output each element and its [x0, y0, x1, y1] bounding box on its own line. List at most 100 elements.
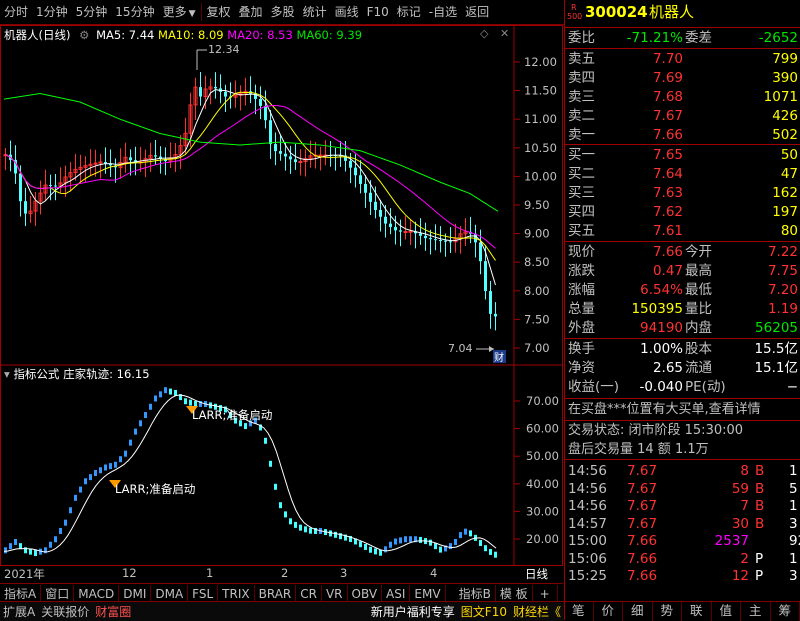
stat-value: − — [787, 378, 798, 397]
tab-trix[interactable]: TRIX — [218, 585, 254, 603]
ma20-line — [6, 106, 496, 249]
indicator-bar — [274, 484, 277, 490]
indicator-bar — [164, 387, 167, 393]
tab-dmi[interactable]: DMI — [119, 585, 151, 603]
tab-indicator-a[interactable]: 指标A — [0, 585, 41, 603]
tab-value[interactable]: 值 — [712, 602, 742, 621]
quote-label: 最低 — [685, 281, 712, 300]
finance-column-button[interactable]: 财经栏《 — [510, 603, 564, 620]
tick-side: B — [755, 497, 764, 516]
tick-count: 1 — [789, 497, 798, 516]
big-order-notice-text: 在买盘***位置有大买单,查看详情 — [568, 400, 761, 419]
toolbar-item-15min[interactable]: 15分钟 — [111, 0, 158, 24]
tab-cr[interactable]: CR — [296, 585, 322, 603]
tab-main[interactable]: 主 — [741, 602, 771, 621]
ask-price: 7.69 — [653, 69, 683, 88]
bid-row: 买三7.63162 — [565, 184, 800, 203]
indicator-bar — [34, 550, 37, 556]
toolbar-item-back[interactable]: 返回 — [461, 0, 493, 24]
price-tick-label: 7.00 — [524, 341, 550, 355]
ask-level-label: 卖二 — [568, 107, 595, 126]
bid-price: 7.61 — [653, 222, 683, 241]
toolbar-item-more[interactable]: 更多▼ — [159, 0, 200, 24]
tab-indicator-b[interactable]: 指标B — [455, 585, 496, 603]
tick-volume: 2537 — [715, 532, 749, 551]
period-toolbar: 分时 1分钟 5分钟 15分钟 更多▼ 复权 叠加 多股 统计 画线 F10 标… — [0, 0, 564, 25]
indicator-bar — [279, 502, 282, 508]
toolbar-item-multi[interactable]: 多股 — [267, 0, 299, 24]
toolbar-item-5min[interactable]: 5分钟 — [72, 0, 112, 24]
related-quote-button[interactable]: 关联报价 — [38, 603, 92, 620]
indicator-bar — [189, 400, 192, 406]
toolbar-item-stats[interactable]: 统计 — [299, 0, 331, 24]
divider — [565, 459, 800, 460]
candle-body — [284, 154, 287, 157]
toolbar-item-watchlist[interactable]: -自选 — [425, 0, 461, 24]
toolbar-item-mark[interactable]: 标记 — [393, 0, 425, 24]
tab-template[interactable]: 模 板 — [496, 585, 533, 603]
tab-chips[interactable]: 筹 — [771, 602, 800, 621]
indicator-bar — [124, 451, 127, 457]
tab-emv[interactable]: EMV — [410, 585, 445, 603]
zoom-in-button[interactable]: + — [533, 585, 558, 603]
ma60-line — [4, 93, 498, 211]
ask-volume: 799 — [772, 50, 798, 69]
tab-brar[interactable]: BRAR — [255, 585, 297, 603]
period-daily-label[interactable]: 日线 — [525, 566, 548, 582]
candle-body — [279, 151, 282, 154]
candle-body — [54, 186, 57, 187]
wealth-circle-button[interactable]: 财富圈 — [92, 603, 134, 620]
stock-name: 机器人 — [649, 3, 694, 22]
indicator-bar — [364, 544, 367, 550]
tab-detail[interactable]: 细 — [623, 602, 653, 621]
indicator-bar — [489, 549, 492, 555]
tick-time: 15:00 — [568, 532, 607, 551]
ask-price: 7.67 — [653, 107, 683, 126]
rating-badge-top: R — [567, 3, 582, 12]
bid-volume: 50 — [781, 146, 798, 165]
indicator-bar — [109, 463, 112, 469]
collapse-icon[interactable]: ▾ — [4, 367, 10, 381]
toolbar-item-1min[interactable]: 1分钟 — [32, 0, 72, 24]
candle-body — [299, 161, 302, 162]
quote-row: 涨跌0.47最高7.75 — [565, 262, 800, 281]
tab-window[interactable]: 窗口 — [41, 585, 74, 603]
candle-body — [319, 155, 322, 156]
indicator-bar — [299, 525, 302, 531]
tab-trend[interactable]: 势 — [653, 602, 683, 621]
tick-row: 14:567.678B1 — [565, 462, 800, 481]
quote-label: 内盘 — [685, 319, 712, 338]
finance-badge-text: 财 — [494, 351, 504, 364]
tab-related[interactable]: 联 — [682, 602, 712, 621]
ask-level-label: 卖四 — [568, 69, 595, 88]
indicator-bar — [104, 464, 107, 470]
toolbar-item-fenshi[interactable]: 分时 — [0, 0, 32, 24]
f10-graphic-button[interactable]: 图文F10 — [458, 603, 510, 620]
tab-obv[interactable]: OBV — [348, 585, 383, 603]
weibi-value: -71.21% — [627, 29, 683, 48]
expand-a-button[interactable]: 扩展A — [0, 603, 38, 620]
quote-value: 7.75 — [768, 262, 798, 281]
trade-status: 交易状态: 闭市阶段 15:30:00 — [565, 421, 800, 440]
tab-macd[interactable]: MACD — [74, 585, 119, 603]
bid-level-label: 买一 — [568, 146, 595, 165]
tab-trades[interactable]: 笔 — [564, 602, 594, 621]
candle-body — [49, 185, 52, 186]
candle-body — [479, 242, 482, 261]
tab-price[interactable]: 价 — [594, 602, 624, 621]
quote-row: 外盘94190内盘56205 — [565, 319, 800, 338]
tab-fsl[interactable]: FSL — [188, 585, 218, 603]
bid-level-label: 买四 — [568, 203, 595, 222]
tab-dma[interactable]: DMA — [151, 585, 188, 603]
new-user-benefit-link[interactable]: 新用户福利专享 — [368, 603, 458, 620]
toolbar-item-overlay[interactable]: 叠加 — [235, 0, 267, 24]
tab-asi[interactable]: ASI — [382, 585, 410, 603]
toolbar-item-fuquan[interactable]: 复权 — [203, 0, 235, 24]
big-order-notice[interactable]: 在买盘***位置有大买单,查看详情 — [565, 400, 800, 419]
candle-body — [424, 236, 427, 238]
tab-vr[interactable]: VR — [322, 585, 348, 603]
weibi-row: 委比 -71.21% 委差 -2652 — [565, 29, 800, 48]
toolbar-item-f10[interactable]: F10 — [363, 0, 393, 24]
toolbar-item-draw[interactable]: 画线 — [331, 0, 363, 24]
ask-row: 卖一7.66502 — [565, 126, 800, 145]
